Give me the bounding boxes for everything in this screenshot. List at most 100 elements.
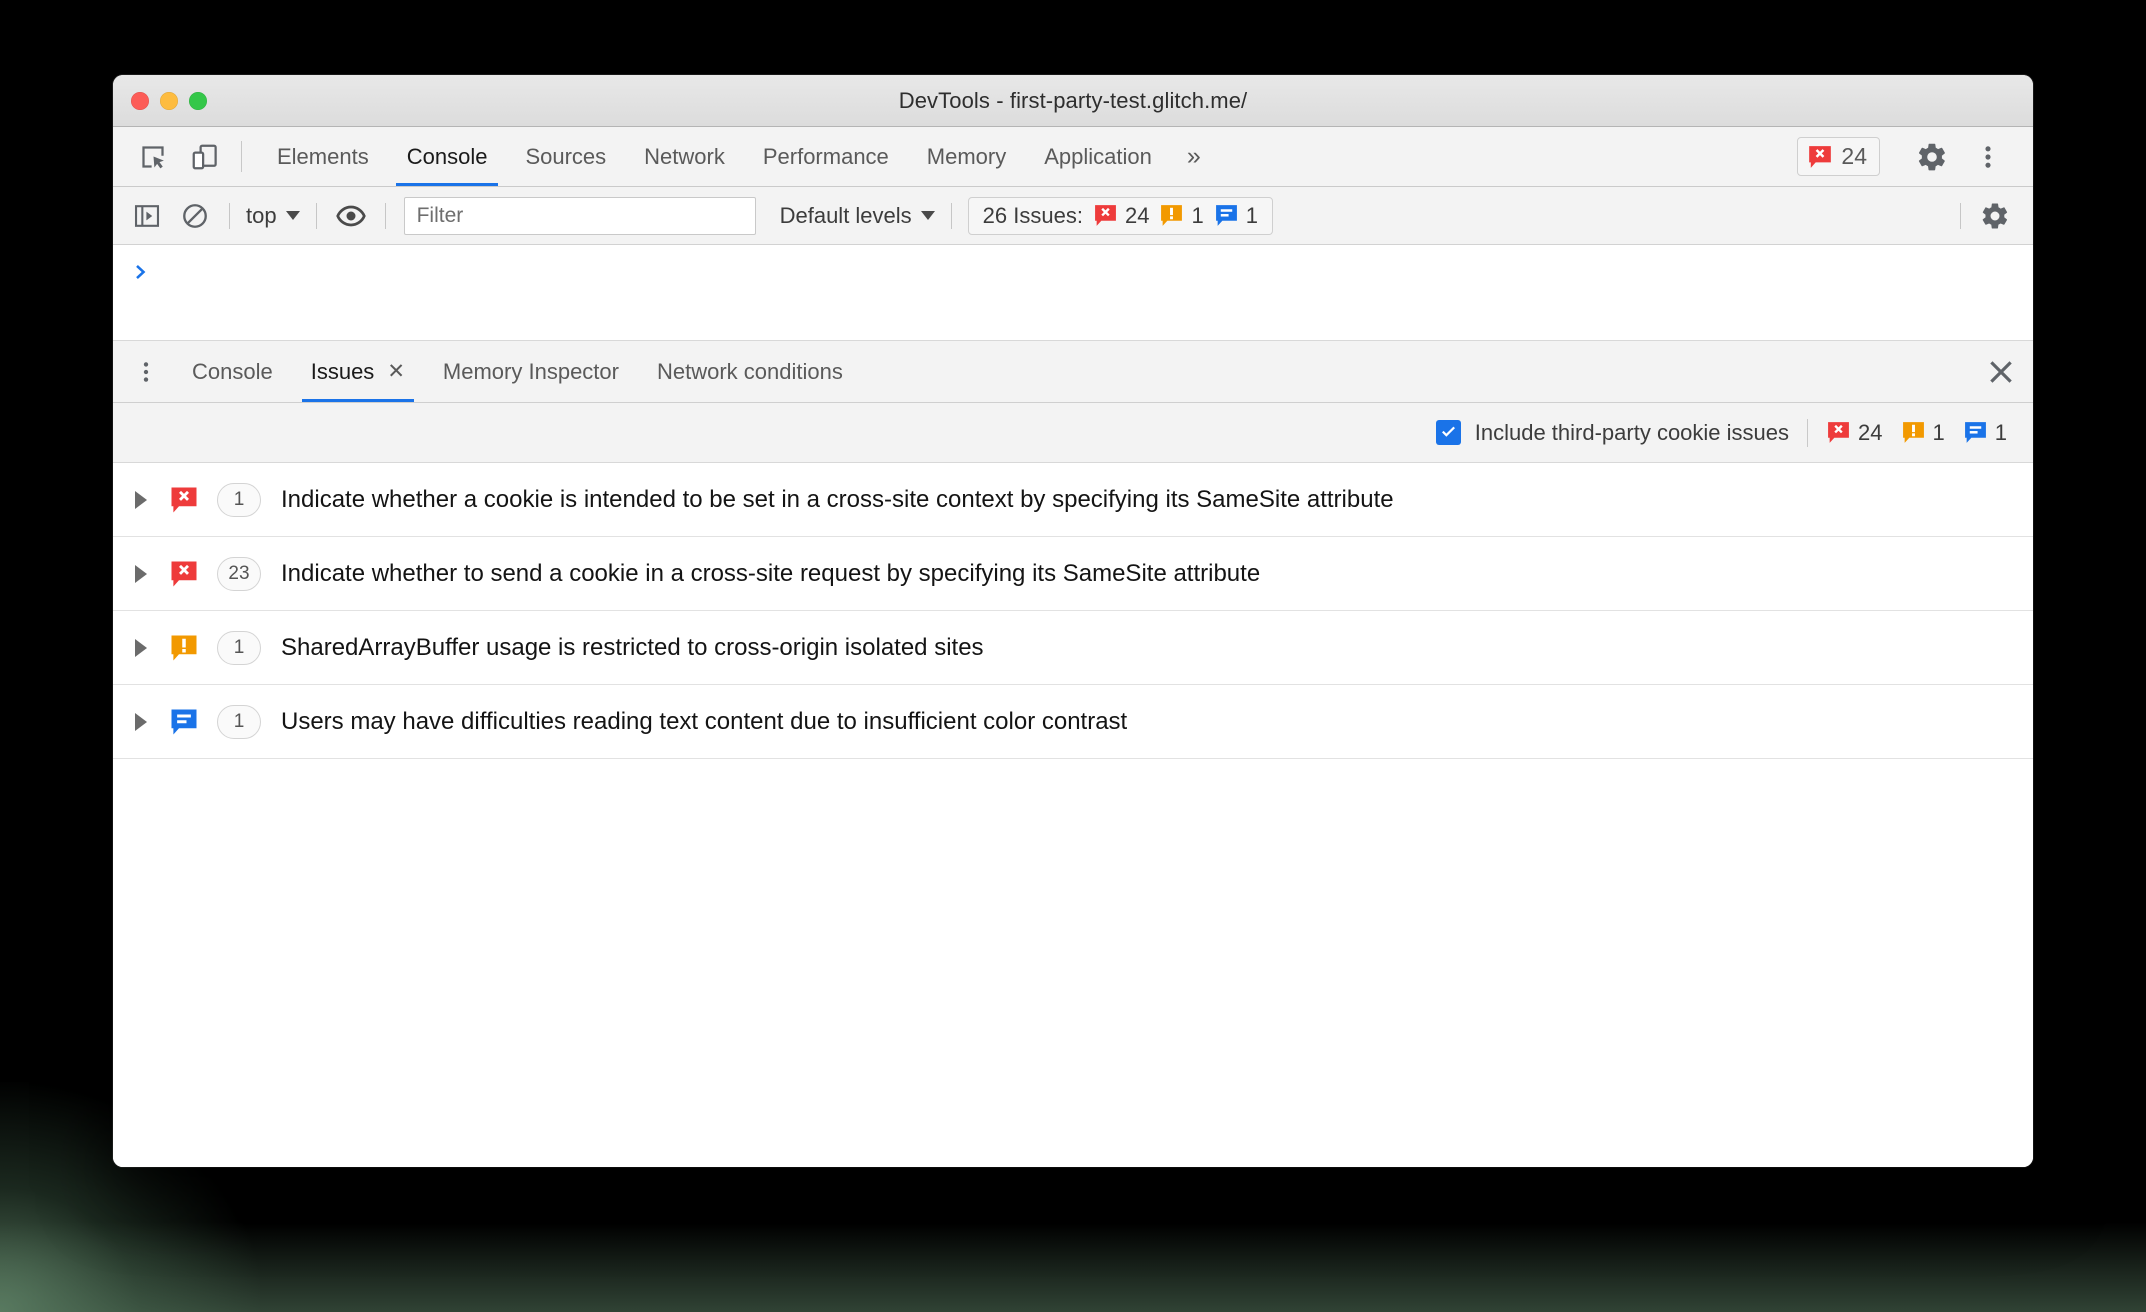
issues-filter-info-count: 1 (1994, 419, 2007, 445)
devtools-window: DevTools - first-party-test.glitch.me/ E… (113, 75, 2033, 1167)
devtools-settings-gear-icon[interactable] (1905, 130, 1959, 184)
tabbar-divider (241, 141, 242, 172)
table-row[interactable]: 23 Indicate whether to send a cookie in … (113, 537, 2033, 611)
tab-application-label: Application (1044, 143, 1152, 169)
main-tabbar: Elements Console Sources Network Perform… (113, 127, 2033, 187)
issues-summary-badge[interactable]: 26 Issues: 24 1 1 (967, 196, 1273, 235)
tab-memory[interactable]: Memory (908, 127, 1025, 186)
issue-count-badge: 1 (217, 704, 261, 739)
drawer-tab-issues-label: Issues (310, 358, 375, 384)
log-levels-selector[interactable]: Default levels (774, 203, 941, 229)
tab-network-label: Network (644, 143, 725, 169)
console-filter-input[interactable] (403, 196, 756, 235)
issue-title: Indicate whether a cookie is intended to… (281, 485, 1394, 513)
main-tab-list: Elements Console Sources Network Perform… (258, 127, 1217, 186)
tab-application[interactable]: Application (1025, 127, 1171, 186)
error-count-value: 24 (1841, 143, 1867, 169)
eye-icon[interactable] (327, 192, 375, 240)
table-row[interactable]: 1 Users may have difficulties reading te… (113, 685, 2033, 759)
drawer-tab-bar: Console Issues ✕ Memory Inspector Networ… (113, 341, 2033, 403)
error-bubble-icon (169, 559, 199, 589)
drawer-tab-console[interactable]: Console (173, 341, 292, 402)
console-prompt-chevron-icon (129, 261, 155, 283)
drawer-tab-issues[interactable]: Issues ✕ (292, 341, 424, 402)
warning-bubble-icon (169, 633, 199, 663)
chevron-down-icon (920, 211, 935, 220)
tab-elements[interactable]: Elements (258, 127, 388, 186)
execution-context-selector[interactable]: top (240, 203, 306, 229)
console-output-area[interactable] (113, 245, 2033, 341)
expand-triangle-icon[interactable] (135, 638, 169, 657)
drawer-tab-memory-inspector[interactable]: Memory Inspector (424, 341, 638, 402)
tab-network[interactable]: Network (625, 127, 744, 186)
console-settings-gear-icon[interactable] (1971, 192, 2019, 240)
tab-console-label: Console (406, 143, 488, 169)
tab-elements-label: Elements (277, 143, 369, 169)
issues-summary-info: 1 (1214, 203, 1258, 229)
window-close-button[interactable] (131, 91, 149, 110)
drawer-more-menu-icon[interactable] (119, 341, 173, 402)
error-count-badge[interactable]: 24 (1797, 137, 1880, 176)
console-toolbar-divider-1 (229, 202, 230, 229)
issues-filter-warnings: 1 (1901, 420, 1945, 446)
issues-filter-errors: 24 (1826, 420, 1883, 446)
tab-sources-label: Sources (525, 143, 607, 169)
info-bubble-icon (169, 707, 199, 737)
tab-performance-label: Performance (762, 143, 889, 169)
log-levels-value: Default levels (779, 202, 912, 228)
chevron-down-icon (285, 211, 300, 220)
expand-triangle-icon[interactable] (135, 712, 169, 731)
drawer-tab-issues-close-icon[interactable]: ✕ (387, 361, 405, 382)
issue-title: Users may have difficulties reading text… (281, 707, 1128, 735)
table-row[interactable]: 1 Indicate whether a cookie is intended … (113, 463, 2033, 537)
clear-console-icon[interactable] (171, 192, 219, 240)
backdrop-glow-bottom (0, 1222, 2146, 1312)
window-minimize-button[interactable] (160, 91, 178, 110)
console-toolbar: top Default levels 26 Issues: 24 (113, 187, 2033, 245)
issues-filter-warning-count: 1 (1932, 419, 1945, 445)
tab-performance[interactable]: Performance (744, 127, 908, 186)
tab-console[interactable]: Console (388, 127, 507, 186)
console-toolbar-right (1950, 192, 2019, 240)
issues-summary-info-count: 1 (1245, 202, 1258, 228)
console-toolbar-divider-4 (950, 202, 952, 229)
issues-list: 1 Indicate whether a cookie is intended … (113, 463, 2033, 1167)
table-row[interactable]: 1 SharedArrayBuffer usage is restricted … (113, 611, 2033, 685)
issues-summary-warnings: 1 (1159, 203, 1204, 229)
drawer-tab-network-conditions-label: Network conditions (656, 358, 843, 384)
error-bubble-icon (1807, 144, 1833, 170)
console-toolbar-divider-2 (315, 202, 317, 229)
issues-filter-counts: 24 1 1 (1826, 420, 2007, 446)
include-third-party-cookie-issues-label: Include third-party cookie issues (1474, 419, 1790, 445)
drawer-tab-console-label: Console (192, 358, 273, 384)
tab-overflow-chevron-icon[interactable]: » (1171, 127, 1217, 186)
drawer-tab-memory-inspector-label: Memory Inspector (442, 358, 619, 384)
tab-overflow-label: » (1186, 142, 1201, 170)
expand-triangle-icon[interactable] (135, 490, 169, 509)
issues-filter-divider (1807, 418, 1809, 447)
execution-context-value: top (246, 202, 277, 228)
issue-count-badge: 23 (217, 556, 261, 591)
console-sidebar-icon[interactable] (123, 192, 171, 240)
issue-count-badge: 1 (217, 630, 261, 665)
issue-count-badge: 1 (217, 482, 261, 517)
tabbar-right-controls: 24 (1797, 127, 2033, 186)
device-toolbar-icon[interactable] (179, 127, 231, 186)
console-toolbar-divider-3 (384, 202, 386, 229)
inspect-element-icon[interactable] (127, 127, 179, 186)
devtools-more-menu-icon[interactable] (1961, 130, 2015, 184)
issues-summary-error-count: 24 (1124, 202, 1150, 228)
checkbox-checked-icon (1435, 420, 1461, 445)
tab-sources[interactable]: Sources (506, 127, 625, 186)
include-third-party-cookie-issues-checkbox[interactable]: Include third-party cookie issues (1435, 419, 1790, 446)
window-maximize-button[interactable] (189, 91, 207, 110)
drawer-tab-network-conditions[interactable]: Network conditions (638, 341, 862, 402)
issues-filter-bar: Include third-party cookie issues 24 1 1 (113, 403, 2033, 463)
issue-title: SharedArrayBuffer usage is restricted to… (281, 633, 984, 661)
expand-triangle-icon[interactable] (135, 564, 169, 583)
drawer-close-icon[interactable] (1969, 341, 2033, 402)
devtools-drawer: Console Issues ✕ Memory Inspector Networ… (113, 341, 2033, 1167)
window-title: DevTools - first-party-test.glitch.me/ (898, 87, 1248, 113)
issues-summary-errors: 24 (1093, 203, 1149, 229)
console-toolbar-divider-5 (1960, 202, 1961, 229)
